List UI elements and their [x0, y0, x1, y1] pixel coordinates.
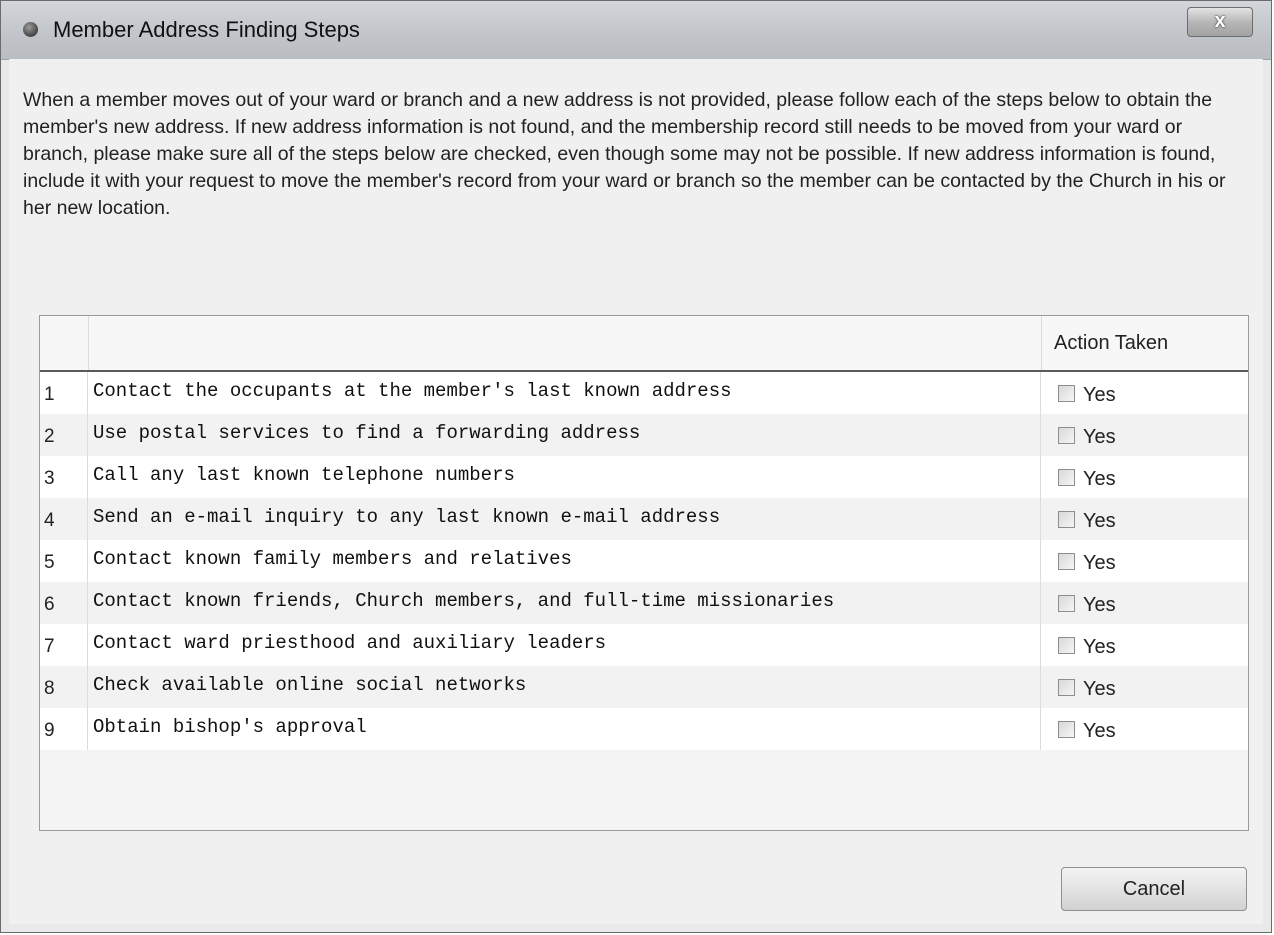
- step-description: Contact known family members and relativ…: [89, 540, 1041, 582]
- step-description: Use postal services to find a forwarding…: [89, 414, 1041, 456]
- close-icon: x: [1214, 10, 1226, 32]
- action-taken-cell: Yes: [1042, 708, 1248, 750]
- yes-label[interactable]: Yes: [1083, 414, 1116, 460]
- close-button[interactable]: x: [1187, 7, 1253, 37]
- app-icon: [23, 22, 38, 37]
- step-description: Obtain bishop's approval: [89, 708, 1041, 750]
- yes-label[interactable]: Yes: [1083, 372, 1116, 418]
- yes-label[interactable]: Yes: [1083, 666, 1116, 712]
- action-taken-cell: Yes: [1042, 582, 1248, 624]
- action-taken-checkbox[interactable]: [1058, 511, 1075, 528]
- step-description: Check available online social networks: [89, 666, 1041, 708]
- header-step: [89, 316, 1042, 370]
- step-description: Call any last known telephone numbers: [89, 456, 1041, 498]
- dialog-window: Member Address Finding Steps x When a me…: [0, 0, 1272, 933]
- row-number: 2: [40, 414, 88, 456]
- table-row: 1 Contact the occupants at the member's l…: [40, 372, 1248, 416]
- header-number: [40, 316, 89, 370]
- yes-label[interactable]: Yes: [1083, 540, 1116, 586]
- yes-label[interactable]: Yes: [1083, 456, 1116, 502]
- row-number: 5: [40, 540, 88, 582]
- table-row: 5 Contact known family members and relati…: [40, 540, 1248, 582]
- intro-text: When a member moves out of your ward or …: [23, 89, 1226, 219]
- table-row: 8 Check available online social networks Y…: [40, 666, 1248, 708]
- yes-label[interactable]: Yes: [1083, 498, 1116, 544]
- action-taken-cell: Yes: [1042, 456, 1248, 498]
- action-taken-cell: Yes: [1042, 540, 1248, 582]
- table-row: 4 Send an e-mail inquiry to any last know…: [40, 498, 1248, 540]
- row-number: 7: [40, 624, 88, 666]
- table-row: 9 Obtain bishop's approval Yes: [40, 708, 1248, 750]
- cancel-button[interactable]: Cancel: [1061, 867, 1247, 911]
- action-taken-cell: Yes: [1042, 498, 1248, 540]
- action-taken-cell: Yes: [1042, 414, 1248, 456]
- action-taken-cell: Yes: [1042, 624, 1248, 666]
- title-bar[interactable]: Member Address Finding Steps x: [1, 1, 1271, 60]
- action-taken-cell: Yes: [1042, 666, 1248, 708]
- row-number: 3: [40, 456, 88, 498]
- row-number: 9: [40, 708, 88, 750]
- action-taken-checkbox[interactable]: [1058, 553, 1075, 570]
- row-number: 4: [40, 498, 88, 540]
- table-row: 2 Use postal services to find a forwardin…: [40, 414, 1248, 456]
- yes-label[interactable]: Yes: [1083, 624, 1116, 670]
- action-taken-checkbox[interactable]: [1058, 679, 1075, 696]
- step-description: Contact known friends, Church members, a…: [89, 582, 1041, 624]
- step-description: Contact ward priesthood and auxiliary le…: [89, 624, 1041, 666]
- dialog-content: When a member moves out of your ward or …: [9, 59, 1263, 924]
- row-number: 1: [40, 372, 88, 414]
- action-taken-checkbox[interactable]: [1058, 427, 1075, 444]
- step-description: Contact the occupants at the member's la…: [89, 372, 1041, 414]
- table-row: 7 Contact ward priesthood and auxiliary l…: [40, 624, 1248, 666]
- steps-table: Action Taken 1 Contact the occupants at t…: [39, 315, 1249, 831]
- action-taken-checkbox[interactable]: [1058, 595, 1075, 612]
- action-taken-checkbox[interactable]: [1058, 469, 1075, 486]
- table-header: Action Taken: [40, 316, 1248, 372]
- header-action-taken: Action Taken: [1054, 332, 1169, 354]
- action-taken-checkbox[interactable]: [1058, 721, 1075, 738]
- row-number: 6: [40, 582, 88, 624]
- row-number: 8: [40, 666, 88, 708]
- window-title: Member Address Finding Steps: [53, 17, 360, 42]
- yes-label[interactable]: Yes: [1083, 582, 1116, 628]
- action-taken-checkbox[interactable]: [1058, 637, 1075, 654]
- yes-label[interactable]: Yes: [1083, 708, 1116, 754]
- table-row: 3 Call any last known telephone numbers Ye…: [40, 456, 1248, 498]
- step-description: Send an e-mail inquiry to any last known…: [89, 498, 1041, 540]
- action-taken-cell: Yes: [1042, 372, 1248, 414]
- action-taken-checkbox[interactable]: [1058, 385, 1075, 402]
- table-row: 6 Contact known friends, Church members, …: [40, 582, 1248, 624]
